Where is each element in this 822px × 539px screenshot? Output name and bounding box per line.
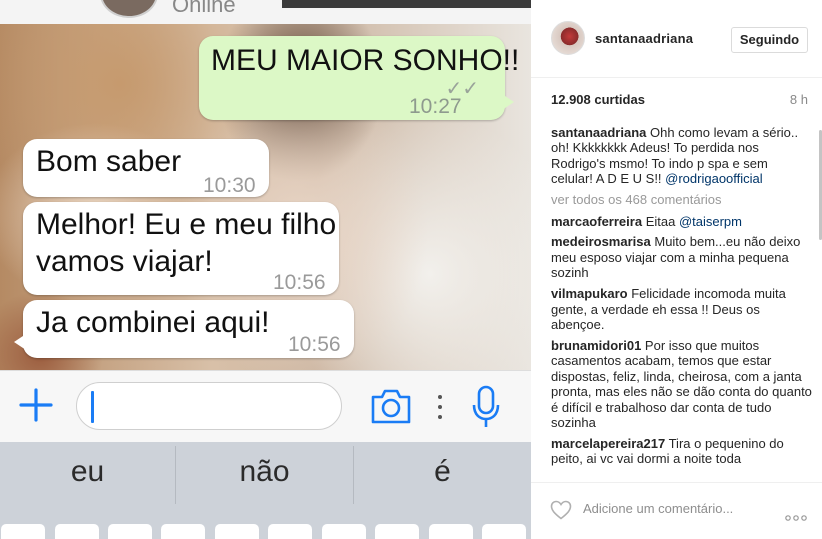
view-all-comments-link[interactable]: ver todos os 468 comentários — [551, 192, 813, 207]
contact-avatar — [100, 0, 158, 18]
keyboard — [0, 506, 531, 539]
message-bubble-incoming: Melhor! Eu e meu filho vamos viajar! 10:… — [23, 202, 339, 295]
comment-text: Eitaa — [645, 213, 679, 229]
add-comment-input[interactable]: Adicione um comentário... — [583, 501, 773, 516]
mention-link[interactable]: @taiserpm — [679, 214, 742, 229]
message-input-bar — [0, 370, 531, 442]
instagram-post-panel: santanaadriana Seguindo 12.908 curtidas … — [531, 0, 822, 539]
vertical-dots-icon[interactable] — [436, 393, 444, 421]
chat-background-photo: MEU MAIOR SONHO!! 10:27 ✓✓ Bom saber 10:… — [0, 24, 531, 370]
post-footer: Adicione um comentário... — [531, 482, 822, 539]
avatar[interactable] — [551, 21, 585, 55]
message-text: Bom saber — [36, 145, 182, 178]
message-text-line: Melhor! Eu e meu filho — [36, 208, 337, 241]
contact-status: Online — [172, 0, 236, 17]
comment-username[interactable]: marcelapereira217 — [551, 436, 665, 451]
comments-list: santanaadriana Ohh como levam a sério.. … — [551, 125, 813, 472]
heart-icon[interactable] — [550, 500, 572, 520]
likes-count[interactable]: 12.908 curtidas — [551, 92, 645, 107]
comment-item: medeirosmarisa Muito bem...eu não deixo … — [551, 234, 813, 280]
suggestion-item[interactable]: não — [176, 442, 353, 506]
post-age[interactable]: 8 h — [790, 92, 808, 107]
message-input[interactable] — [76, 382, 342, 430]
keyboard-key[interactable] — [1, 524, 45, 539]
comment-username[interactable]: brunamidori01 — [551, 338, 641, 353]
message-time: 10:56 — [273, 271, 326, 294]
comment-username[interactable]: marcaoferreira — [551, 214, 642, 229]
message-bubble-incoming: Bom saber 10:30 — [23, 139, 269, 197]
caption: santanaadriana Ohh como levam a sério.. … — [551, 125, 813, 187]
message-text: Ja combinei aqui! — [36, 306, 270, 339]
keyboard-key[interactable] — [215, 524, 259, 539]
keyboard-key[interactable] — [161, 524, 205, 539]
keyboard-key[interactable] — [268, 524, 312, 539]
more-options-icon[interactable] — [785, 508, 807, 521]
whatsapp-screenshot: Online MEU MAIOR SONHO!! 10:27 ✓✓ Bom sa… — [0, 0, 531, 539]
comment-username[interactable]: medeirosmarisa — [551, 234, 651, 249]
microphone-icon[interactable] — [470, 385, 502, 429]
keyboard-key[interactable] — [55, 524, 99, 539]
username-link[interactable]: santanaadriana — [595, 31, 693, 46]
comment-item: marcaoferreira Eitaa @taiserpm — [551, 214, 813, 229]
plus-icon[interactable] — [18, 387, 54, 423]
read-receipt-icon: ✓✓ — [445, 78, 479, 100]
comment-item: brunamidori01 Por isso que muitos casame… — [551, 338, 813, 430]
message-time: 10:30 — [203, 174, 256, 197]
header-divider — [282, 0, 531, 8]
camera-icon[interactable] — [370, 387, 412, 425]
keyboard-key[interactable] — [482, 524, 526, 539]
suggestion-item[interactable]: eu — [0, 442, 175, 506]
comment-username[interactable]: vilmapukaro — [551, 286, 628, 301]
keyboard-key[interactable] — [429, 524, 473, 539]
comment-item: marcelapereira217 Tira o pequenino do pe… — [551, 436, 813, 467]
mention-link[interactable]: @rodrigaoofficial — [665, 171, 763, 186]
message-time: 10:56 — [288, 333, 341, 356]
following-button[interactable]: Seguindo — [731, 27, 808, 53]
message-bubble-incoming: Ja combinei aqui! 10:56 — [14, 300, 354, 358]
keyboard-key[interactable] — [108, 524, 152, 539]
suggestion-item[interactable]: é — [354, 442, 531, 506]
keyboard-key[interactable] — [375, 524, 419, 539]
chat-header: Online — [0, 0, 531, 24]
post-header: santanaadriana Seguindo — [531, 0, 822, 78]
comment-item: vilmapukaro Felicidade incomoda muita ge… — [551, 286, 813, 332]
comment-username[interactable]: santanaadriana — [551, 125, 646, 140]
keyboard-suggestions: eu não é — [0, 442, 531, 506]
message-bubble-outgoing: MEU MAIOR SONHO!! 10:27 ✓✓ — [199, 36, 519, 120]
text-caret — [91, 391, 94, 423]
message-text-line: vamos viajar! — [36, 245, 213, 278]
keyboard-key[interactable] — [322, 524, 366, 539]
